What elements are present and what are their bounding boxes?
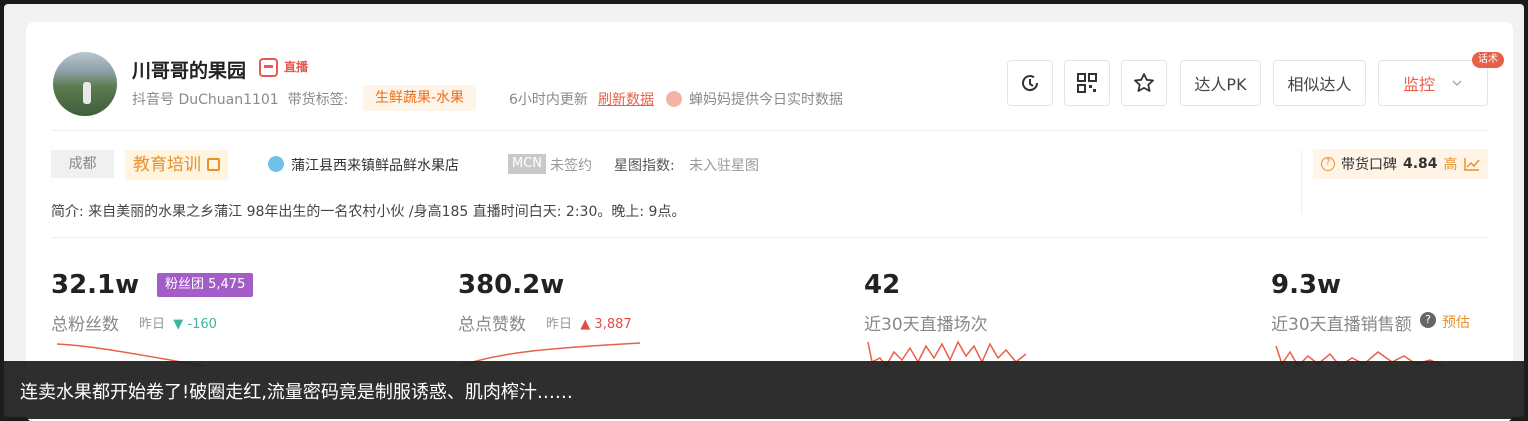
reputation-badge[interactable]: ? 带货口碑 4.84 高 (1313, 149, 1488, 179)
likes-label: 总点赞数 (458, 315, 526, 335)
refresh-link[interactable]: 刷新数据 (598, 89, 654, 109)
caption-text: 连卖水果都开始卷了!破圈走红,流量密码竟是制服诱惑、肌肉榨汁…… (20, 382, 573, 403)
mcn-status: 未签约 (550, 158, 592, 174)
edit-icon (207, 158, 220, 171)
fans-label: 总粉丝数 (51, 315, 119, 335)
mcn-badge: MCN (508, 154, 547, 174)
fans-value: 32.1w (51, 270, 140, 300)
chevron-down-icon (1452, 80, 1462, 87)
avatar[interactable] (53, 52, 117, 116)
verified-icon (268, 156, 284, 172)
influencer-name[interactable]: 川哥哥的果园 (132, 56, 246, 83)
help-icon[interactable]: ? (1420, 312, 1436, 328)
reputation-level: 高 (1443, 157, 1458, 173)
shop-icon[interactable] (259, 58, 278, 77)
likes-yesterday: 昨日 ▲ 3,887 (546, 317, 632, 332)
qrcode-icon (1077, 73, 1097, 93)
monitor-label: 监控 (1402, 75, 1435, 94)
live-count-label: 近30天直播场次 (864, 315, 988, 335)
refresh-button[interactable] (1007, 60, 1053, 106)
monitor-button[interactable]: 监控 (1378, 60, 1488, 106)
star-index-value: 未入驻星图 (689, 158, 759, 174)
question-icon: ? (1321, 157, 1335, 171)
similar-button[interactable]: 相似达人 (1273, 60, 1366, 106)
pk-button[interactable]: 达人PK (1180, 60, 1261, 106)
city-tag: 成都 (51, 150, 114, 178)
sales-label: 近30天直播销售额 (1271, 315, 1412, 335)
live-count-value: 42 (864, 270, 901, 300)
qrcode-button[interactable] (1064, 60, 1110, 106)
category-edit[interactable]: 教育培训 (125, 150, 228, 180)
shop-name[interactable]: 蒲江县西来镇鲜品鲜水果店 (291, 155, 459, 175)
sales-value: 9.3w (1271, 270, 1342, 300)
intro-text: 简介: 来自美丽的水果之乡蒲江 98年出生的一名农村小伙 /身高185 直播时间… (51, 204, 686, 220)
douyin-id: 抖音号 DuChuan1101 带货标签: (132, 92, 349, 108)
live-badge[interactable]: 直播 (284, 56, 308, 78)
category-tag[interactable]: 生鲜蔬果-水果 (363, 85, 477, 111)
tag-label: 带货标签: (287, 92, 349, 108)
chanmama-text: 蝉妈妈提供今日实时数据 (689, 92, 843, 108)
star-icon (1134, 73, 1154, 92)
update-text: 6小时内更新 (509, 92, 588, 108)
divider (51, 237, 1487, 238)
favorite-button[interactable] (1121, 60, 1167, 106)
reputation-label: 带货口碑 (1341, 157, 1397, 173)
star-index-label: 星图指数: (614, 158, 675, 174)
divider (51, 130, 1487, 131)
trend-icon (1463, 158, 1480, 171)
script-badge[interactable]: 话术 (1472, 52, 1504, 68)
refresh-icon (1022, 75, 1039, 92)
likes-value: 380.2w (458, 270, 565, 300)
fan-group-badge[interactable]: 粉丝团 5,475 (157, 273, 254, 297)
chanmama-icon (666, 91, 682, 107)
reputation-score: 4.84 (1403, 156, 1438, 172)
fans-yesterday: 昨日 ▼ -160 (139, 317, 217, 332)
estimate-label: 预估 (1442, 315, 1470, 331)
vertical-divider (1301, 150, 1302, 214)
